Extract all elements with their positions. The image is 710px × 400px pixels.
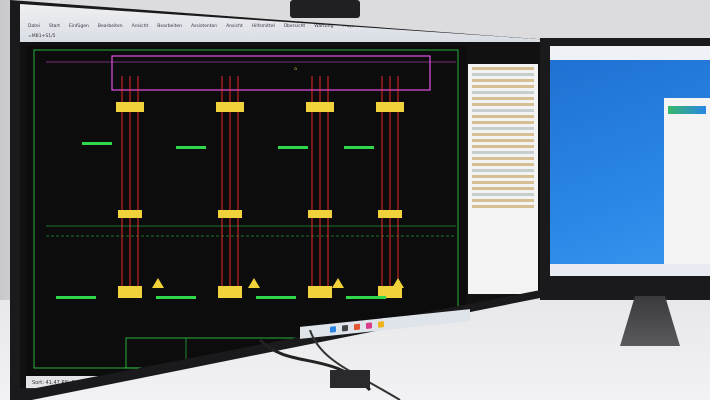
- device-label-marks: [56, 142, 386, 299]
- right-monitor-screen: [548, 46, 710, 276]
- ribbon-tab: Assistenten: [190, 24, 218, 29]
- ribbon-tab: Einfügen: [69, 24, 89, 29]
- ribbon-tab: Start: [49, 24, 61, 29]
- ribbon-tab: Bearbeiten: [157, 24, 182, 29]
- right-window-panel: [664, 98, 710, 264]
- ribbon-tabs: Datei Start Einfügen Bearbeiten Ansicht …: [28, 24, 371, 29]
- device-blocks: [116, 102, 404, 298]
- page-path: =MB1+S1/5: [28, 34, 56, 39]
- right-taskbar: [548, 264, 710, 276]
- right-window-titlebar: [548, 46, 710, 60]
- ribbon-tab: Datei: [28, 24, 41, 29]
- photo-scene: EPLAN Electric P8 2024 ... Datei Start E…: [0, 0, 710, 400]
- dock-device: [330, 370, 370, 388]
- ribbon-tab: Ansicht: [131, 24, 149, 29]
- ribbon-tab: Übersicht: [283, 24, 306, 29]
- frame-label: ⌂: [294, 66, 297, 72]
- webcam: [290, 0, 360, 18]
- eplan-ribbon: EPLAN Electric P8 2024 ... Datei Start E…: [20, 4, 540, 42]
- ribbon-tab: Ansicht: [226, 24, 243, 29]
- desk-cables: [258, 330, 401, 400]
- warning-icon: [152, 278, 404, 288]
- app-icon: [366, 322, 372, 329]
- ribbon-tab: Hilfsmittel: [251, 24, 275, 29]
- right-window-banner: [668, 106, 706, 114]
- page-navigator-panel: [468, 64, 538, 294]
- folder-icon: [378, 321, 384, 328]
- ribbon-tab: Bearbeiten: [97, 24, 123, 29]
